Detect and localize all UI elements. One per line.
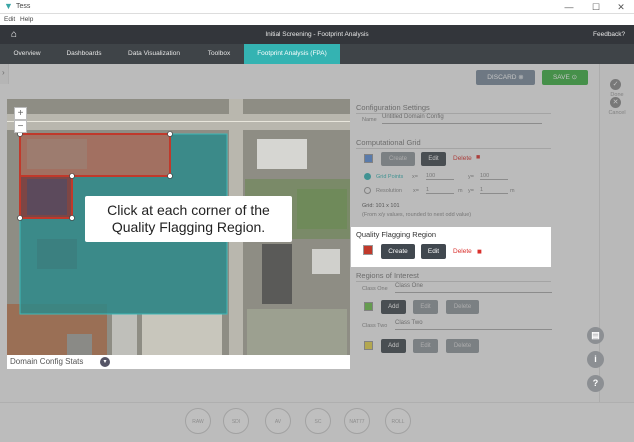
title-bar xyxy=(0,0,634,14)
zoom-in-button[interactable]: + xyxy=(14,107,27,120)
qfr-edit-button[interactable]: Edit xyxy=(421,244,446,259)
feedback-link[interactable]: Feedback? xyxy=(593,31,625,38)
menu-bar xyxy=(0,14,634,25)
settings-icon[interactable]: ▤ xyxy=(587,327,604,344)
tab-overview[interactable]: Overview xyxy=(0,44,54,64)
tab-dashboards[interactable]: Dashboards xyxy=(54,44,114,64)
tab-footprint-analysis[interactable]: Footprint Analysis (FPA) xyxy=(244,44,340,64)
trash-icon[interactable]: ■ xyxy=(477,247,482,256)
zoom-out-button[interactable]: − xyxy=(14,120,27,133)
help-icon[interactable]: ? xyxy=(587,375,604,392)
tab-data-visualization[interactable]: Data Visualization xyxy=(114,44,194,64)
tab-toolbox[interactable]: Toolbox xyxy=(194,44,244,64)
info-icon[interactable]: i xyxy=(587,351,604,368)
page-title: Initial Screening - Footprint Analysis xyxy=(265,31,369,38)
menu-edit[interactable]: Edit xyxy=(4,16,15,23)
qfr-color-swatch[interactable] xyxy=(363,245,373,255)
tooltip-line-1: Click at each corner of the xyxy=(107,202,270,218)
app-logo-icon: ▼ xyxy=(4,1,13,11)
app-title: Tess xyxy=(16,3,31,10)
tooltip-line-2: Quality Flagging Region. xyxy=(111,219,266,235)
qfr-delete-button[interactable]: Delete xyxy=(453,248,472,255)
close-window-button[interactable]: ✕ xyxy=(608,0,634,14)
qfr-title: Quality Flagging Region xyxy=(356,230,437,239)
qfr-create-button[interactable]: Create xyxy=(381,244,415,259)
menu-help[interactable]: Help xyxy=(20,16,33,23)
domain-config-stats-label[interactable]: Domain Config Stats xyxy=(10,357,83,366)
map-instruction-tooltip: Click at each corner of the Quality Flag… xyxy=(85,196,292,242)
chevron-down-icon[interactable]: ▾ xyxy=(100,357,110,367)
maximize-button[interactable]: ☐ xyxy=(583,0,609,14)
minimize-button[interactable]: — xyxy=(556,0,582,14)
